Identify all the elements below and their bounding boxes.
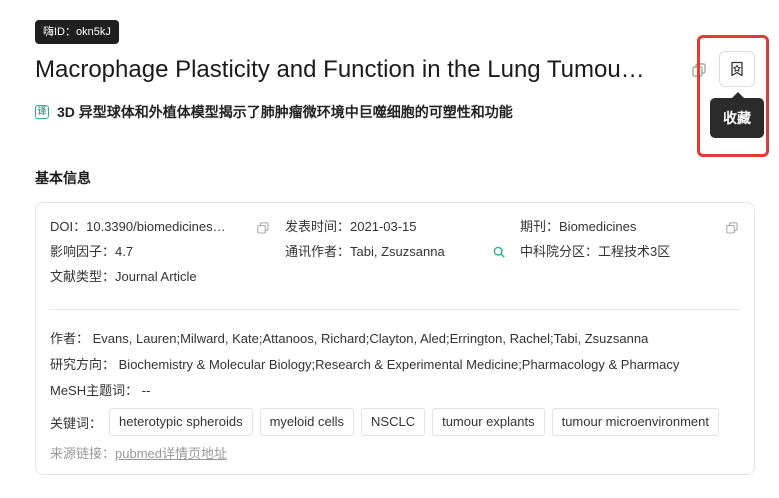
source-row: 来源链接：pubmed详情页地址 — [50, 443, 227, 462]
bookmark-star-icon — [731, 61, 743, 77]
cas-zone-value: 工程技术3区 — [598, 244, 671, 259]
authors-label: 作者： — [50, 331, 90, 346]
section-heading-basic-info: 基本信息 — [35, 170, 91, 186]
translated-title-row: 译 3D 异型球体和外植体模型揭示了肺肿瘤微环境中巨噬细胞的可塑性和功能 — [35, 102, 513, 122]
doc-type-field: 文献类型：Journal Article — [50, 268, 197, 286]
search-author-icon[interactable] — [493, 246, 505, 258]
doi-field: DOI：10.3390/biomedicines90303… — [50, 218, 231, 236]
authors-value: Evans, Lauren;Milward, Kate;Attanoos, Ri… — [92, 331, 649, 346]
favorite-tooltip: 收藏 — [710, 92, 764, 138]
keywords-label: 关键词： — [50, 415, 103, 431]
publish-date-label: 发表时间： — [285, 219, 351, 234]
source-link[interactable]: pubmed详情页地址 — [115, 446, 227, 461]
corresponding-author-label: 通讯作者： — [285, 244, 351, 259]
info-divider — [50, 309, 740, 310]
research-area-label: 研究方向： — [50, 357, 116, 372]
copy-doi-icon[interactable] — [257, 222, 269, 234]
doi-label: DOI： — [50, 219, 87, 234]
mesh-value: -- — [141, 383, 151, 398]
publish-date-value: 2021-03-15 — [350, 219, 417, 234]
mesh-label: MeSH主题词： — [50, 383, 139, 398]
favorite-button[interactable] — [719, 51, 755, 87]
keyword-tag[interactable]: tumour explants — [432, 408, 545, 436]
keywords-row: 关键词： heterotypic spheroids myeloid cells… — [50, 408, 726, 436]
cas-zone-field: 中科院分区：工程技术3区 — [520, 243, 670, 261]
authors-field: 作者： Evans, Lauren;Milward, Kate;Attanoos… — [50, 330, 648, 348]
translated-title: 3D 异型球体和外植体模型揭示了肺肿瘤微环境中巨噬细胞的可塑性和功能 — [57, 104, 513, 120]
keyword-tag[interactable]: myeloid cells — [259, 408, 355, 436]
source-label: 来源链接： — [50, 446, 116, 461]
doc-type-label: 文献类型： — [50, 269, 116, 284]
keyword-tag[interactable]: tumour microenvironment — [551, 408, 719, 436]
impact-factor-value: 4.7 — [115, 244, 134, 259]
copy-journal-icon[interactable] — [726, 222, 738, 234]
publish-date-field: 发表时间：2021-03-15 — [285, 218, 417, 236]
keyword-tag[interactable]: heterotypic spheroids — [109, 408, 253, 436]
doi-value[interactable]: 10.3390/biomedicines90303… — [86, 218, 231, 236]
cas-zone-label: 中科院分区： — [520, 244, 599, 259]
keyword-tag[interactable]: NSCLC — [361, 408, 426, 436]
impact-factor-label: 影响因子： — [50, 244, 116, 259]
corresponding-author-value: Tabi, Zsuzsanna — [350, 244, 445, 259]
research-area-value: Biochemistry & Molecular Biology;Researc… — [118, 357, 680, 372]
article-title: Macrophage Plasticity and Function in th… — [35, 56, 645, 83]
basic-info-card: DOI：10.3390/biomedicines90303… 发表时间：2021… — [35, 202, 755, 475]
journal-field: 期刊：Biomedicines — [520, 218, 636, 236]
doc-type-value: Journal Article — [115, 269, 197, 284]
title-row: Macrophage Plasticity and Function in th… — [35, 52, 710, 88]
article-id-badge: 嗨ID：okn5kJ — [35, 20, 119, 44]
translate-icon: 译 — [35, 105, 49, 119]
mesh-field: MeSH主题词： -- — [50, 382, 150, 400]
journal-value: Biomedicines — [559, 219, 637, 234]
impact-factor-field: 影响因子：4.7 — [50, 243, 133, 261]
journal-label: 期刊： — [520, 219, 560, 234]
research-area-field: 研究方向： Biochemistry & Molecular Biology;R… — [50, 356, 679, 374]
corresponding-author-field: 通讯作者：Tabi, Zsuzsanna — [285, 243, 445, 261]
